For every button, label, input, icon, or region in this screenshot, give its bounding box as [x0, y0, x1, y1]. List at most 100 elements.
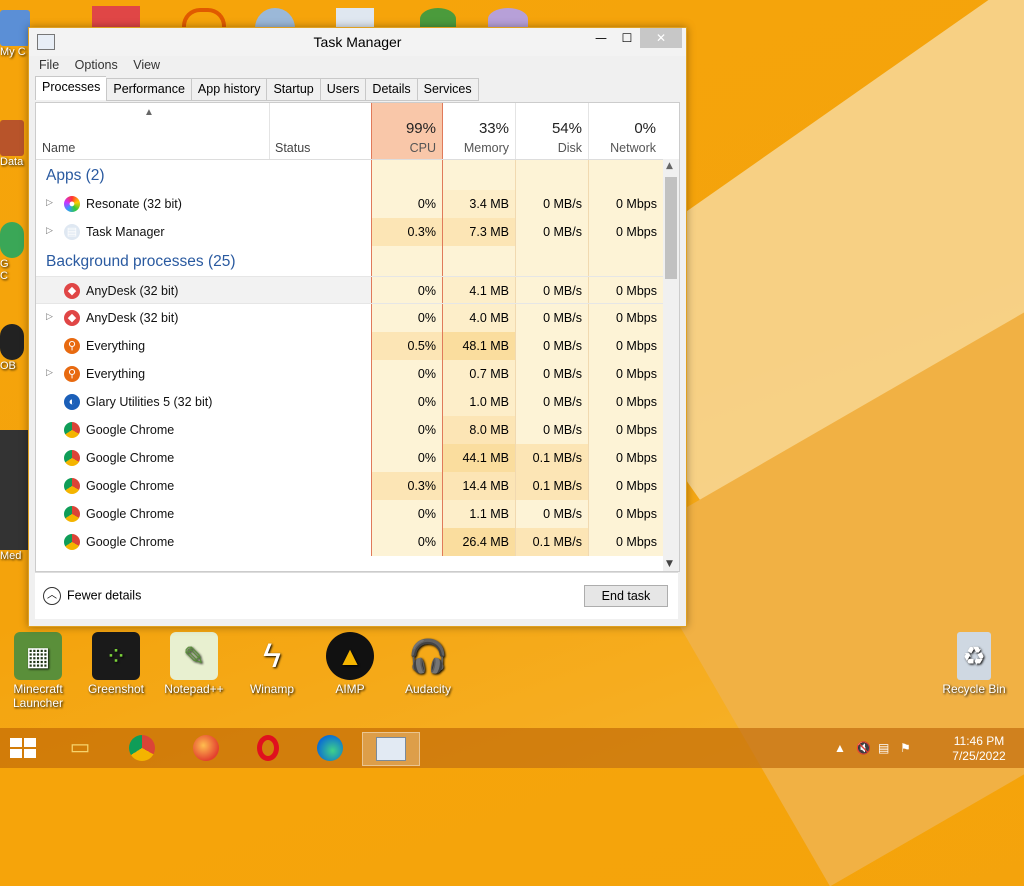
process-row[interactable]: ◐ Glary Utilities 5 (32 bit) 0% 1.0 MB 0 MB/… [36, 388, 663, 416]
process-row[interactable]: Google Chrome 0% 26.4 MB 0.1 MB/s 0 Mbps [36, 528, 663, 556]
chrome-taskbar-icon[interactable] [122, 732, 162, 764]
scroll-down-icon[interactable]: ▼ [666, 559, 673, 569]
desktop-icon-clipped[interactable]: G C [0, 222, 30, 282]
network-cell: 0 Mbps [589, 500, 663, 528]
process-row[interactable]: ▷ ◆ AnyDesk (32 bit) 0% 4.0 MB 0 MB/s 0 Mbps [36, 304, 663, 332]
disk-cell: 0 MB/s [516, 360, 589, 388]
process-row[interactable]: Google Chrome 0.3% 14.4 MB 0.1 MB/s 0 Mbps [36, 472, 663, 500]
process-row[interactable]: ⚲ Everything 0.5% 48.1 MB 0 MB/s 0 Mbps [36, 332, 663, 360]
desktop-icon-label: OB [0, 360, 16, 372]
expand-arrow-icon[interactable]: ▷ [46, 197, 53, 208]
menu-view[interactable]: View [127, 56, 166, 74]
process-row[interactable]: Google Chrome 0% 8.0 MB 0 MB/s 0 Mbps [36, 416, 663, 444]
minimize-button[interactable]: — [588, 28, 614, 48]
tab-performance[interactable]: Performance [106, 78, 191, 101]
desktop-icon-label: Winamp [249, 682, 294, 696]
tab-processes[interactable]: Processes [35, 76, 107, 100]
close-button[interactable]: ✕ [640, 28, 682, 48]
scroll-thumb[interactable] [665, 177, 677, 279]
cpu-value: 0.3% [407, 225, 437, 239]
cpu-value: 0% [417, 311, 436, 325]
desktop-icon-label: Recycle Bin [942, 682, 1006, 696]
desktop-icon-minecraft[interactable]: ▦ Minecraft Launcher [2, 632, 74, 710]
desktop-icon-greenshot[interactable]: ⁘ Greenshot [80, 632, 152, 696]
tab-app-history[interactable]: App history [190, 78, 267, 101]
desktop-icon-audacity[interactable]: 🎧 Audacity [392, 632, 464, 696]
column-network[interactable]: 0% Network [589, 103, 662, 159]
desktop-icon-label: My C [0, 46, 26, 58]
process-name: Everything [86, 339, 146, 353]
disk-value: 0.1 MB/s [532, 451, 582, 465]
desktop-icon-notepadpp[interactable]: ✎ Notepad++ [158, 632, 230, 696]
process-list: Apps (2) ▷ ● Resonate (32 bit) 0% 3.4 MB 0 MB/… [36, 160, 663, 570]
desktop-icon-winamp[interactable]: ϟ Winamp [236, 632, 308, 697]
disk-cell: 0 MB/s [516, 277, 589, 303]
task-manager-window[interactable]: Task Manager — ☐ ✕ File Options View Pro… [28, 27, 687, 627]
tab-users[interactable]: Users [319, 78, 366, 101]
chevron-up-icon[interactable]: ▲ [834, 741, 846, 755]
column-memory[interactable]: 33% Memory [443, 103, 516, 159]
clock-date: 7/25/2022 [952, 749, 1006, 763]
disk-cell: 0.1 MB/s [516, 444, 589, 472]
process-row[interactable]: ▷ ⚲ Everything 0% 0.7 MB 0 MB/s 0 Mbps [36, 360, 663, 388]
menu-file[interactable]: File [33, 56, 65, 74]
column-status[interactable]: Status [269, 103, 372, 159]
opera-taskbar-icon[interactable] [248, 732, 288, 764]
title-bar[interactable]: Task Manager — ☐ ✕ [29, 28, 686, 56]
process-row[interactable]: Google Chrome 0% 1.1 MB 0 MB/s 0 Mbps [36, 500, 663, 528]
edge-taskbar-icon[interactable] [310, 732, 350, 764]
tab-services[interactable]: Services [416, 78, 479, 101]
desktop-icon-clipped[interactable]: Med [0, 430, 30, 562]
menu-options[interactable]: Options [69, 56, 124, 74]
column-name-label: Name [42, 141, 76, 155]
desktop-icon-recycle-bin[interactable]: ♻ Recycle Bin [938, 632, 1010, 696]
desktop-icon-clipped[interactable]: OB [0, 324, 30, 372]
desktop-icon-clipped[interactable]: Data [0, 120, 30, 168]
network-icon[interactable]: ▤ [878, 741, 889, 755]
task-manager-taskbar-icon[interactable] [362, 732, 420, 766]
file-explorer-taskbar-icon[interactable]: ▭ [60, 732, 100, 764]
tab-startup[interactable]: Startup [266, 78, 320, 101]
disk-cell [516, 246, 589, 276]
expand-arrow-icon[interactable]: ▷ [46, 311, 53, 322]
disk-value: 0.1 MB/s [532, 535, 582, 549]
memory-cell: 26.4 MB [443, 528, 516, 556]
disk-value: 0 MB/s [543, 367, 582, 381]
memory-value: 7.3 MB [469, 225, 509, 239]
vertical-scrollbar[interactable]: ▲ ▼ [663, 159, 679, 571]
process-row[interactable]: Google Chrome 0% 44.1 MB 0.1 MB/s 0 Mbps [36, 444, 663, 472]
network-cell: 0 Mbps [589, 332, 663, 360]
desktop-icon-label: AIMP [335, 682, 365, 696]
tab-details[interactable]: Details [365, 78, 417, 101]
column-cpu[interactable]: 99% CPU [371, 103, 443, 159]
process-row[interactable]: ▷ ▤ Task Manager 0.3% 7.3 MB 0 MB/s 0 Mbps [36, 218, 663, 246]
fewer-details-label: Fewer details [67, 588, 142, 603]
maximize-button[interactable]: ☐ [614, 28, 640, 48]
volume-muted-icon[interactable]: 🔇 [856, 741, 871, 755]
glary-utilities-icon: ◐ [64, 394, 80, 410]
winamp-icon: ϟ [263, 636, 281, 675]
column-name[interactable]: ▲ Name [36, 103, 270, 159]
process-row[interactable]: ◆ AnyDesk (32 bit) 0% 4.1 MB 0 MB/s 0 Mbps [36, 276, 663, 304]
firefox-taskbar-icon[interactable] [186, 732, 226, 764]
cpu-value: 0% [417, 395, 436, 409]
end-task-button[interactable]: End task [584, 585, 668, 607]
desktop-icon-aimp[interactable]: ▲ AIMP [314, 632, 386, 696]
desktop-icon-clipped[interactable]: My C [0, 10, 30, 58]
fewer-details-button[interactable]: ︿ Fewer details [43, 587, 141, 605]
cpu-value: 0% [417, 535, 436, 549]
process-row[interactable]: ▷ ● Resonate (32 bit) 0% 3.4 MB 0 MB/s 0 Mbps [36, 190, 663, 218]
action-center-icon[interactable]: ⚑ [900, 741, 911, 755]
anydesk-icon[interactable] [92, 6, 140, 28]
start-button[interactable] [10, 738, 38, 760]
column-disk[interactable]: 54% Disk [516, 103, 589, 159]
scroll-up-icon[interactable]: ▲ [666, 161, 673, 171]
network-value: 0 Mbps [616, 311, 657, 325]
clock[interactable]: 11:46 PM 7/25/2022 [944, 734, 1014, 764]
desktop-icon-label: C [0, 270, 8, 282]
group-header: Background processes (25) [36, 246, 663, 276]
expand-arrow-icon[interactable]: ▷ [46, 225, 53, 236]
expand-arrow-icon[interactable]: ▷ [46, 367, 53, 378]
network-value: 0 Mbps [616, 451, 657, 465]
windows-logo-icon [24, 749, 36, 758]
